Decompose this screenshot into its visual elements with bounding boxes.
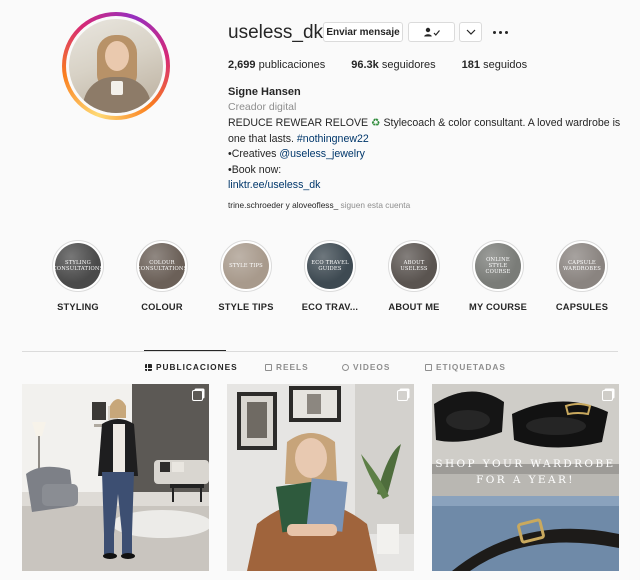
highlight-label: CAPSULES <box>555 302 609 312</box>
highlight-label: STYLE TIPS <box>218 302 274 312</box>
post-thumbnail[interactable] <box>227 384 414 571</box>
profile-bio: REDUCE REWEAR RELOVE ♻ Stylecoach & colo… <box>228 117 621 191</box>
send-message-button[interactable]: Enviar mensaje <box>323 22 403 42</box>
highlight-label: ECO TRAV... <box>301 302 359 312</box>
highlight-cover-ring: ABOUT USELESS <box>388 240 440 292</box>
highlight-cover-text: ONLINE STYLE COURSE <box>485 257 511 275</box>
highlight-my-course[interactable]: ONLINE STYLE COURSE MY COURSE <box>458 240 538 312</box>
profile-avatar[interactable] <box>69 19 163 113</box>
highlight-cover: ONLINE STYLE COURSE <box>475 243 521 289</box>
highlight-label: COLOUR <box>141 302 183 312</box>
chevron-down-icon <box>466 29 475 35</box>
video-icon <box>342 363 349 371</box>
followers-stat[interactable]: 96.3k seguidores <box>351 59 435 71</box>
followed-by-text[interactable]: trine.schroeder y aloveofless_ siguen es… <box>228 200 410 210</box>
highlight-cover-ring: CAPSULE WARDROBES <box>556 240 608 292</box>
highlight-cover: ECO TRAVEL GUIDES <box>307 243 353 289</box>
highlight-cover-ring: COLOUR CONSULTATIONS <box>136 240 188 292</box>
reels-icon <box>265 363 272 371</box>
highlight-cover-text: CAPSULE WARDROBES <box>563 260 601 272</box>
following-button[interactable] <box>408 22 455 42</box>
highlight-colour[interactable]: COLOUR CONSULTATIONS COLOUR <box>122 240 202 312</box>
profile-username: useless_dk <box>228 22 324 43</box>
highlight-cover: STYLING CONSULTATIONS <box>55 243 101 289</box>
highlight-cover-ring: ONLINE STYLE COURSE <box>472 240 524 292</box>
profile-category: Creador digital <box>228 101 297 113</box>
highlight-cover: ABOUT USELESS <box>391 243 437 289</box>
multiple-posts-icon <box>602 390 613 401</box>
highlight-cover: STYLE TIPS <box>223 243 269 289</box>
tab-reels[interactable]: REELS <box>265 362 309 372</box>
post-thumbnail[interactable] <box>22 384 209 571</box>
highlight-label: STYLING <box>57 302 99 312</box>
more-options-icon[interactable] <box>490 22 510 42</box>
highlight-about-me[interactable]: ABOUT USELESS ABOUT ME <box>374 240 454 312</box>
highlight-cover: CAPSULE WARDROBES <box>559 243 605 289</box>
suggested-accounts-button[interactable] <box>459 22 482 42</box>
profile-full-name: Signe Hansen <box>228 86 301 98</box>
recycle-icon: ♻ <box>371 117 381 129</box>
tabs-divider <box>22 351 618 352</box>
highlight-cover-ring: STYLING CONSULTATIONS <box>52 240 104 292</box>
tagged-icon <box>425 363 432 371</box>
highlight-capsules[interactable]: CAPSULE WARDROBES CAPSULES <box>542 240 622 312</box>
hashtag-link[interactable]: #nothingnew22 <box>297 133 369 145</box>
mention-link[interactable]: @useless_jewelry <box>279 148 365 160</box>
highlight-cover-ring: STYLE TIPS <box>220 240 272 292</box>
tab-publicaciones[interactable]: PUBLICACIONES <box>145 362 238 372</box>
story-highlights: STYLING CONSULTATIONS STYLING COLOUR CONSU… <box>38 240 628 320</box>
highlight-label: MY COURSE <box>469 302 527 312</box>
post-image <box>22 384 209 571</box>
post-overlay-text: SHOP YOUR WARDROBE FOR A YEAR! <box>435 458 616 486</box>
active-tab-indicator <box>144 350 226 351</box>
highlight-cover-text: ECO TRAVEL GUIDES <box>311 260 349 272</box>
post-thumbnail[interactable]: SHOP YOUR WARDROBE FOR A YEAR! <box>432 384 619 571</box>
tab-videos[interactable]: VIDEOS <box>342 362 390 372</box>
grid-icon <box>145 363 152 371</box>
highlight-cover-ring: ECO TRAVEL GUIDES <box>304 240 356 292</box>
user-check-icon <box>423 27 440 37</box>
profile-stats: 2,699 publicaciones 96.3k seguidores 181… <box>228 59 553 71</box>
multiple-posts-icon <box>192 390 203 401</box>
posts-stat: 2,699 publicaciones <box>228 59 326 71</box>
highlight-cover-text: STYLING CONSULTATIONS <box>55 260 101 272</box>
tab-etiquetadas[interactable]: ETIQUETADAS <box>425 362 506 372</box>
multiple-posts-icon <box>397 390 408 401</box>
highlight-styling[interactable]: STYLING CONSULTATIONS STYLING <box>38 240 118 312</box>
highlight-eco-trav[interactable]: ECO TRAVEL GUIDES ECO TRAV... <box>290 240 370 312</box>
highlight-cover-text: COLOUR CONSULTATIONS <box>139 260 185 272</box>
bio-external-link[interactable]: linktr.ee/useless_dk <box>228 179 320 191</box>
highlight-cover-text: ABOUT USELESS <box>400 260 428 272</box>
highlight-label: ABOUT ME <box>388 302 440 312</box>
highlight-cover: COLOUR CONSULTATIONS <box>139 243 185 289</box>
highlight-style-tips[interactable]: STYLE TIPS STYLE TIPS <box>206 240 286 312</box>
highlight-cover-text: STYLE TIPS <box>229 263 263 269</box>
following-stat[interactable]: 181 seguidos <box>462 59 527 71</box>
profile-avatar-ring[interactable] <box>62 12 170 120</box>
post-image <box>227 384 414 571</box>
